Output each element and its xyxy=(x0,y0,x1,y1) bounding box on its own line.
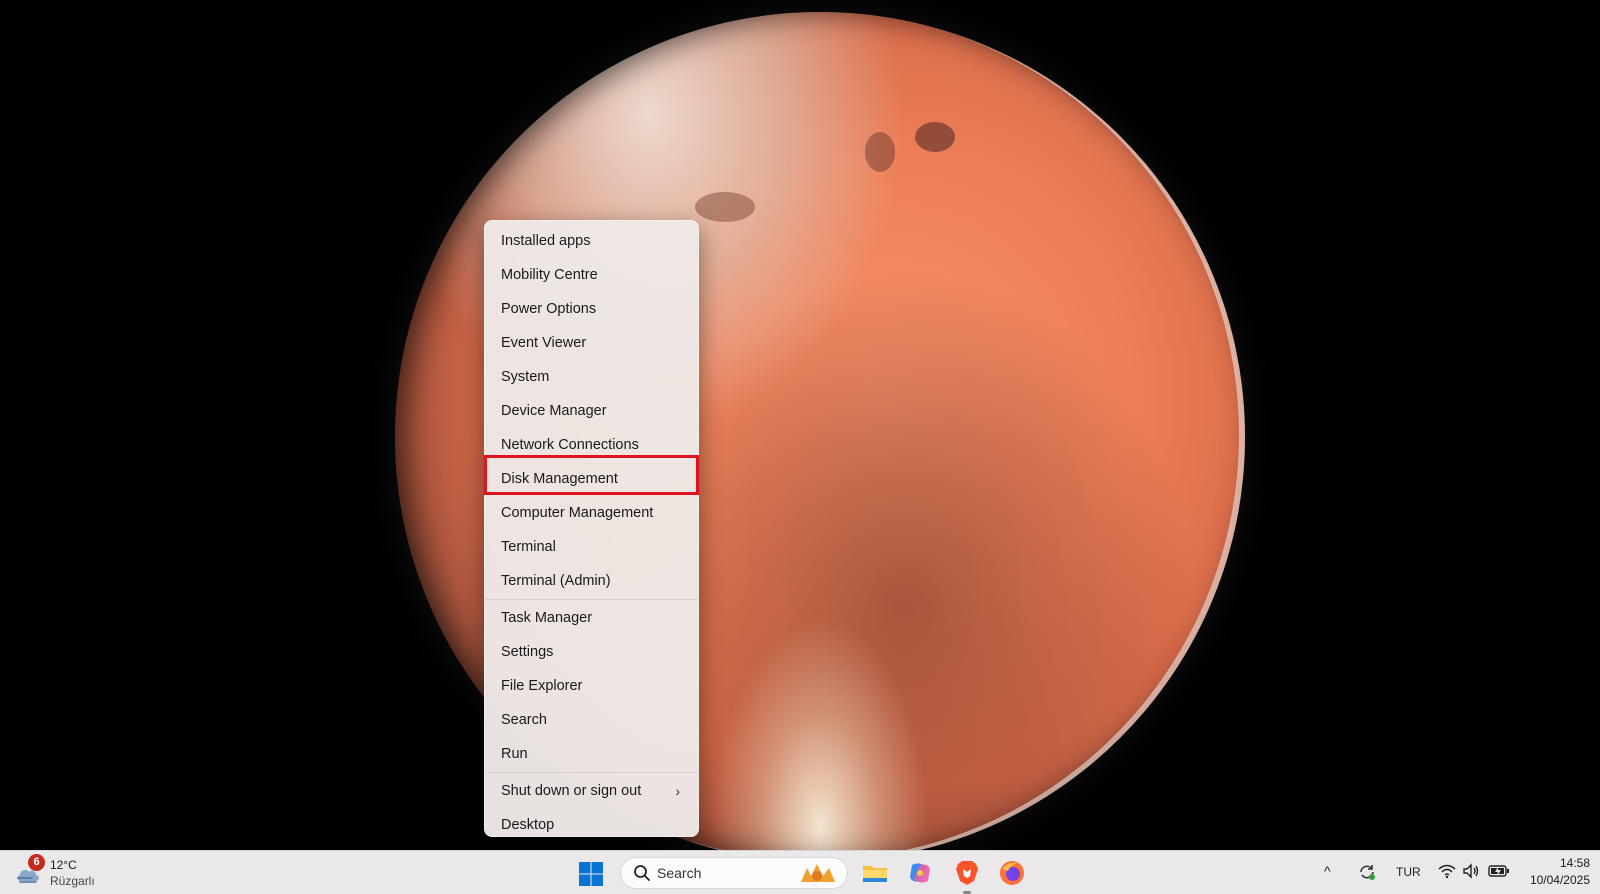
menu-item-device-manager[interactable]: Device Manager xyxy=(489,396,694,426)
copilot-icon[interactable] xyxy=(906,859,934,887)
menu-item-label: Task Manager xyxy=(501,610,593,626)
weather-widget[interactable]: 6 12°C Rüzgarlı xyxy=(14,854,124,891)
menu-item-mobility-centre[interactable]: Mobility Centre xyxy=(489,260,694,290)
menu-item-task-manager[interactable]: Task Manager xyxy=(489,603,694,633)
taskbar-search-box[interactable]: Search xyxy=(620,857,848,889)
menu-item-shut-down-or-sign-out[interactable]: Shut down or sign out › xyxy=(489,776,694,806)
search-icon xyxy=(634,865,650,881)
menu-item-label: Network Connections xyxy=(501,437,639,453)
winx-context-menu: Installed apps Mobility Centre Power Opt… xyxy=(484,220,699,837)
menu-item-system[interactable]: System xyxy=(489,362,694,392)
volume-icon[interactable] xyxy=(1462,863,1480,879)
brave-icon[interactable] xyxy=(953,859,981,887)
menu-item-event-viewer[interactable]: Event Viewer xyxy=(489,328,694,358)
search-highlight-icon xyxy=(801,864,835,882)
battery-charging-icon[interactable] xyxy=(1488,864,1510,878)
menu-item-label: Desktop xyxy=(501,817,555,833)
menu-item-label: System xyxy=(501,369,550,385)
menu-item-label: Computer Management xyxy=(501,505,654,521)
clock-date[interactable]: 10/04/2025 xyxy=(1530,873,1590,887)
menu-item-terminal[interactable]: Terminal xyxy=(489,532,694,562)
menu-item-label: File Explorer xyxy=(501,678,583,694)
clock-time[interactable]: 14:58 xyxy=(1560,856,1590,870)
menu-item-disk-management[interactable]: Disk Management xyxy=(489,464,694,494)
menu-item-label: Power Options xyxy=(501,301,597,317)
wifi-icon[interactable] xyxy=(1438,863,1456,879)
menu-item-label: Terminal (Admin) xyxy=(501,573,611,589)
menu-item-label: Terminal xyxy=(501,539,556,555)
menu-item-label: Event Viewer xyxy=(501,335,587,351)
menu-item-label: Search xyxy=(501,712,547,728)
menu-item-label: Settings xyxy=(501,644,554,660)
menu-item-label: Device Manager xyxy=(501,403,607,419)
chevron-right-icon: › xyxy=(675,783,680,799)
menu-item-computer-management[interactable]: Computer Management xyxy=(489,498,694,528)
menu-item-label: Disk Management xyxy=(501,471,618,487)
menu-item-network-connections[interactable]: Network Connections xyxy=(489,430,694,460)
menu-item-label: Mobility Centre xyxy=(501,267,598,283)
menu-item-installed-apps[interactable]: Installed apps xyxy=(489,226,694,256)
show-hidden-icons-chevron-icon[interactable]: ^ xyxy=(1324,863,1331,879)
search-placeholder: Search xyxy=(657,865,702,881)
sync-icon[interactable] xyxy=(1357,862,1377,882)
menu-item-label: Shut down or sign out xyxy=(501,783,642,799)
menu-item-terminal-admin[interactable]: Terminal (Admin) xyxy=(489,566,694,596)
menu-item-desktop[interactable]: Desktop xyxy=(489,810,694,840)
menu-separator xyxy=(485,772,698,773)
weather-temperature: 12°C xyxy=(50,858,77,872)
input-language-indicator[interactable]: TUR xyxy=(1396,865,1421,879)
weather-condition: Rüzgarlı xyxy=(50,874,95,888)
menu-item-settings[interactable]: Settings xyxy=(489,637,694,667)
menu-separator xyxy=(485,599,698,600)
firefox-icon[interactable] xyxy=(998,859,1026,887)
taskbar: 6 12°C Rüzgarlı Search ^ TUR 14:58 10/04… xyxy=(0,850,1600,894)
notification-badge: 6 xyxy=(28,854,45,871)
menu-item-run[interactable]: Run xyxy=(489,739,694,769)
menu-item-label: Run xyxy=(501,746,528,762)
folder-icon[interactable] xyxy=(861,859,889,887)
windows-start-icon[interactable] xyxy=(578,861,604,887)
menu-item-label: Installed apps xyxy=(501,233,591,249)
desktop-wallpaper[interactable] xyxy=(0,0,1600,850)
menu-item-file-explorer[interactable]: File Explorer xyxy=(489,671,694,701)
menu-item-search[interactable]: Search xyxy=(489,705,694,735)
menu-item-power-options[interactable]: Power Options xyxy=(489,294,694,324)
